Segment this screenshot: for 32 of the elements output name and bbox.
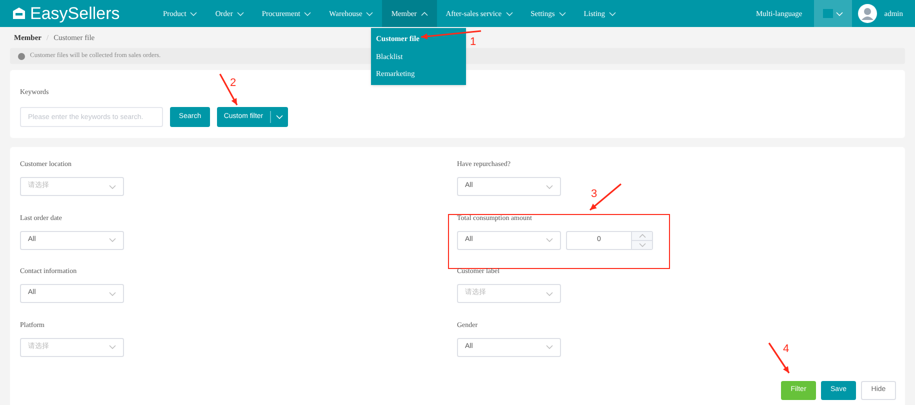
caret-down-icon <box>109 345 116 349</box>
caret-down-icon <box>546 292 553 296</box>
caret-down-icon <box>558 12 566 16</box>
logo-text: EasySellers <box>30 5 120 22</box>
caret-down-icon <box>546 345 553 349</box>
flag-icon <box>823 9 834 18</box>
logo-icon <box>12 7 26 20</box>
caret-down-icon <box>109 184 116 188</box>
caret-down-icon <box>276 115 283 119</box>
caret-down-icon <box>836 12 844 16</box>
caret-down-icon <box>506 12 513 16</box>
caret-up-icon <box>638 234 646 238</box>
annotation-arrow <box>589 183 622 211</box>
annotation-number: 1 <box>470 37 476 48</box>
annotation-arrow <box>768 342 790 374</box>
annotation-number: 4 <box>783 344 790 356</box>
annotation-number: 3 <box>591 189 598 200</box>
caret-down-icon <box>546 184 553 188</box>
caret-down-icon <box>609 12 616 16</box>
caret-down-icon <box>366 12 374 16</box>
annotation-arrow <box>219 74 238 106</box>
caret-down-icon <box>190 12 198 16</box>
caret-down-icon <box>304 12 312 16</box>
avatar-icon[interactable] <box>858 4 878 23</box>
caret-down-icon <box>236 12 244 16</box>
caret-down-icon <box>109 292 116 296</box>
caret-down-icon <box>638 242 646 246</box>
annotation-number: 2 <box>230 78 236 89</box>
caret-up-icon <box>420 12 428 16</box>
caret-down-icon <box>109 238 116 242</box>
caret-down-icon <box>546 238 553 242</box>
info-icon <box>18 52 25 60</box>
